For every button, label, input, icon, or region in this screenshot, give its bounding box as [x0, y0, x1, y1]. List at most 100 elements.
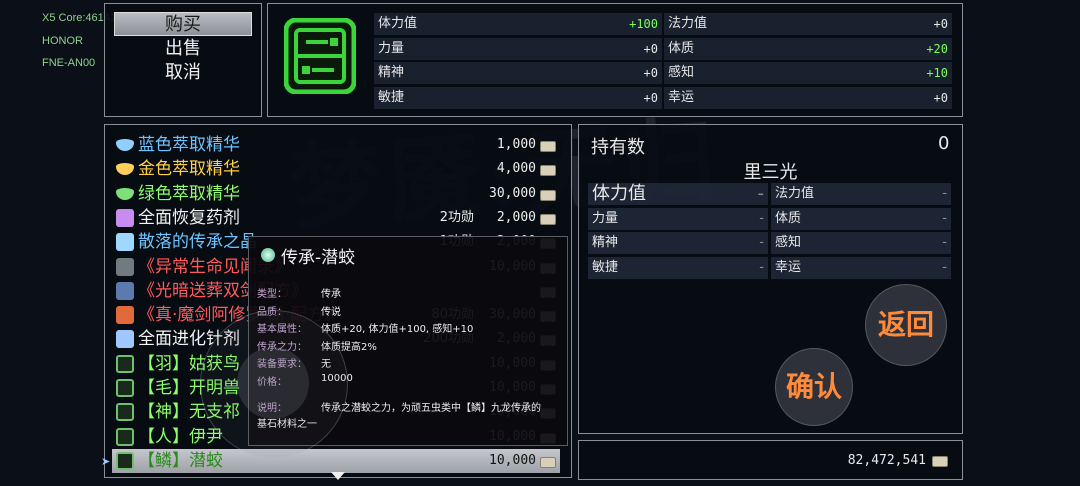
coin-icon — [540, 456, 556, 468]
character-stat-label: 力量 — [592, 210, 619, 226]
coin-icon — [540, 141, 556, 152]
item-stat-value: +10 — [926, 66, 948, 80]
shop-item-row[interactable]: 蓝色萃取精华 1,000 — [112, 133, 560, 157]
tooltip-title: 传承-潜蛟 — [281, 248, 356, 268]
shop-item-price: 10,000 — [489, 452, 536, 468]
book-icon — [116, 281, 134, 300]
character-stat-label: 感知 — [775, 235, 802, 250]
item-stat-label: 感知 — [668, 65, 695, 80]
scroll-down-icon[interactable] — [331, 472, 345, 480]
shop-item-name: 全面恢复药剂 — [138, 207, 240, 228]
shop-item-name: 绿色萃取精华 — [138, 183, 240, 204]
shop-item-merit-cost: 2功勋 — [439, 209, 474, 225]
character-stat-row: 力量 - — [588, 207, 768, 230]
item-stat-value: +0 — [933, 17, 948, 31]
character-stat-value: - — [759, 259, 764, 275]
joystick-knob[interactable] — [237, 347, 309, 419]
character-stat-label: 法力值 — [775, 186, 815, 201]
shop-item-price: 4,000 — [496, 161, 536, 177]
character-stat-value: - — [942, 210, 947, 226]
item-stat-value: +0 — [643, 66, 658, 80]
shop-item-name: 金色萃取精华 — [138, 159, 240, 180]
coin-icon — [540, 189, 556, 201]
item-stat-label: 法力值 — [668, 16, 708, 31]
syringe-icon — [116, 330, 134, 349]
tooltip-value: 传说 — [321, 306, 341, 318]
item-stat-label: 体质 — [668, 40, 695, 56]
character-stat-value: - — [942, 186, 947, 201]
item-stat-row: 体力值 +100 — [374, 13, 662, 35]
insect-icon — [116, 427, 134, 446]
crystal-icon — [116, 139, 134, 151]
shop-item-price: 2,000 — [496, 209, 536, 225]
item-stat-value: +0 — [933, 90, 948, 105]
debug-brand-text: HONOR — [42, 35, 83, 47]
selection-cursor-icon: ➤ — [101, 455, 111, 468]
shop-item-name: 【人】伊尹 — [138, 426, 223, 447]
item-stat-label: 力量 — [378, 40, 405, 56]
confirm-button[interactable]: 确认 — [775, 348, 853, 426]
item-stat-label: 精神 — [378, 65, 405, 80]
character-stat-row: 体力值 - — [588, 183, 768, 205]
shop-item-row[interactable]: 【鳞】潜蛟 10,000 — [112, 448, 560, 473]
virtual-joystick[interactable] — [200, 310, 348, 458]
sell-command[interactable]: 出售 — [114, 37, 252, 61]
character-stat-value: - — [759, 210, 764, 226]
character-stat-row: 感知 - — [771, 232, 951, 254]
character-stat-label: 体质 — [775, 210, 802, 226]
insect-icon — [116, 354, 134, 373]
item-stat-value: +100 — [629, 17, 658, 31]
crystal-icon — [116, 163, 134, 176]
item-stat-label: 体力值 — [378, 16, 418, 31]
shop-item-row[interactable]: 绿色萃取精华 30,000 — [112, 182, 560, 206]
insect-icon — [116, 379, 134, 397]
item-stat-row: 力量 +0 — [374, 37, 662, 60]
character-stat-value: - — [942, 235, 947, 250]
item-stat-label: 幸运 — [668, 89, 695, 105]
potion-icon — [116, 208, 134, 227]
shop-item-price: 1,000 — [496, 137, 536, 152]
tooltip-orb-icon — [261, 248, 275, 262]
item-stat-row: 感知 +10 — [664, 62, 952, 84]
character-stat-row: 幸运 - — [771, 256, 951, 279]
holdings-label: 持有数 — [591, 137, 645, 158]
item-stat-row: 法力值 +0 — [664, 13, 952, 35]
character-stat-label: 幸运 — [775, 259, 802, 275]
tooltip-desc-line1: 传承之潜蛟之力，为顽五虫类中【鳞】九龙传承的 — [321, 403, 541, 414]
buy-command[interactable]: 购买 — [114, 12, 252, 36]
shop-item-row[interactable]: 全面恢复药剂 2功勋 2,000 — [112, 206, 560, 230]
character-stat-value: - — [759, 235, 764, 250]
character-stat-value: - — [942, 259, 947, 275]
character-stat-row: 法力值 - — [771, 183, 951, 205]
gold-amount: 82,472,541 — [847, 453, 926, 468]
character-stat-value: - — [757, 183, 765, 204]
item-stat-row: 体质 +20 — [664, 37, 952, 60]
shop-item-price: 30,000 — [489, 185, 536, 201]
shop-item-name: 散落的传承之晶 — [138, 232, 257, 253]
character-stat-row: 体质 - — [771, 207, 951, 230]
scroll-icon — [116, 306, 134, 325]
insect-icon — [116, 403, 134, 422]
shop-item-name: 【鳞】潜蛟 — [138, 450, 223, 471]
character-name: 里三光 — [743, 162, 798, 183]
holdings-count: 0 — [938, 133, 950, 154]
character-stat-label: 敏捷 — [592, 259, 619, 275]
item-stat-row: 敏捷 +0 — [374, 86, 662, 109]
cancel-command[interactable]: 取消 — [114, 61, 252, 85]
coin-icon — [932, 456, 948, 467]
character-stat-label: 精神 — [592, 235, 619, 250]
item-stat-value: +0 — [643, 41, 658, 56]
shop-item-row[interactable]: 金色萃取精华 4,000 — [112, 157, 560, 181]
insect-icon — [116, 451, 134, 470]
character-stat-label: 体力值 — [592, 183, 646, 204]
item-stat-row: 幸运 +0 — [664, 86, 952, 109]
back-button[interactable]: 返回 — [865, 284, 947, 366]
item-stat-value: +20 — [926, 41, 948, 56]
coin-icon — [540, 165, 556, 177]
debug-model-text: FNE-AN00 — [42, 57, 96, 69]
shop-item-name: 蓝色萃取精华 — [138, 135, 240, 155]
item-stat-row: 精神 +0 — [374, 62, 662, 84]
character-stat-row: 精神 - — [588, 232, 768, 254]
tooltip-value: 体质+20, 体力值+100, 感知+10 — [321, 324, 474, 335]
coin-icon — [540, 213, 556, 225]
